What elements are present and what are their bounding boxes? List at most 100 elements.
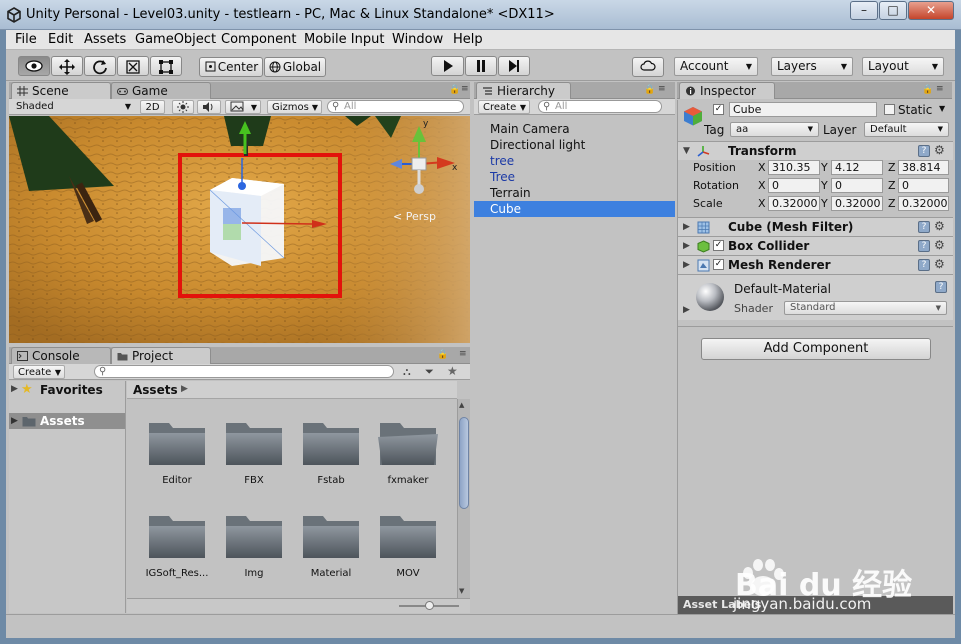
asset-folder[interactable]: Fstab: [291, 417, 371, 499]
add-component-button[interactable]: Add Component: [701, 338, 931, 360]
scroll-up-icon[interactable]: ▲: [459, 401, 464, 409]
object-name-field[interactable]: Cube: [729, 102, 877, 117]
panel-menu-icon[interactable]: ≡: [459, 349, 467, 359]
layers-dropdown[interactable]: Layers ▼: [771, 57, 853, 76]
pivot-center-button[interactable]: Center: [199, 57, 263, 77]
mesh-renderer-enabled-checkbox[interactable]: ✓: [713, 259, 724, 270]
tab-game[interactable]: Game: [111, 82, 211, 99]
panel-menu-icon[interactable]: ≡: [461, 84, 469, 94]
scroll-down-icon[interactable]: ▼: [459, 587, 464, 595]
scene-search-input[interactable]: ⚲ All: [327, 100, 464, 113]
lighting-toggle[interactable]: [172, 100, 194, 114]
menu-mobile-input[interactable]: Mobile Input: [304, 32, 384, 47]
asset-folder[interactable]: Material: [291, 510, 371, 592]
gear-icon[interactable]: ⚙: [934, 238, 945, 252]
asset-folder[interactable]: MOV: [368, 510, 448, 592]
filter-type-icon[interactable]: ⛬: [403, 365, 411, 379]
asset-folder[interactable]: fxmaker: [368, 417, 448, 499]
scale-tool-button[interactable]: [117, 56, 149, 76]
active-checkbox[interactable]: ✓: [713, 104, 724, 115]
menu-window[interactable]: Window: [392, 32, 443, 47]
transform-header[interactable]: ▼ Transform ? ⚙: [678, 141, 953, 160]
tag-dropdown[interactable]: aa ▼: [730, 122, 819, 137]
box-collider-header[interactable]: ▶ ✓ Box Collider ? ⚙: [678, 236, 953, 255]
position-x-field[interactable]: 310.35: [768, 160, 820, 175]
hierarchy-item[interactable]: Directional light: [474, 137, 675, 153]
minimize-button[interactable]: –: [850, 1, 878, 20]
scene-viewport[interactable]: y x < Persp: [9, 116, 470, 343]
menu-gameobject[interactable]: GameObject: [135, 32, 216, 47]
scale-z-field[interactable]: 0.32000: [898, 196, 949, 211]
asset-folder[interactable]: Img: [214, 510, 294, 592]
rotation-y-field[interactable]: 0: [831, 178, 883, 193]
menu-component[interactable]: Component: [221, 32, 296, 47]
step-button[interactable]: [498, 56, 530, 76]
favorite-star-icon[interactable]: ★: [447, 364, 458, 378]
breadcrumb-assets[interactable]: Assets: [133, 383, 178, 397]
layout-dropdown[interactable]: Layout ▼: [862, 57, 944, 76]
panel-menu-icon[interactable]: ≡: [936, 84, 944, 94]
project-search-input[interactable]: ⚲: [94, 365, 394, 378]
favorites-label[interactable]: Favorites: [40, 383, 103, 397]
asset-folder[interactable]: Editor: [137, 417, 217, 499]
effects-dropdown[interactable]: ▼: [225, 100, 261, 114]
tab-console[interactable]: Console: [11, 347, 111, 364]
help-icon[interactable]: ?: [918, 221, 930, 233]
project-create-dropdown[interactable]: Create ▼: [13, 365, 65, 379]
view-tool-button[interactable]: [18, 56, 50, 76]
project-scrollbar[interactable]: ▲ ▼: [457, 399, 470, 598]
tab-project[interactable]: Project: [111, 347, 211, 364]
box-collider-enabled-checkbox[interactable]: ✓: [713, 240, 724, 251]
asset-folder[interactable]: FBX: [214, 417, 294, 499]
position-y-field[interactable]: 4.12: [831, 160, 883, 175]
lock-icon[interactable]: 🔒: [644, 85, 655, 95]
tab-inspector[interactable]: Inspector: [679, 82, 775, 99]
maximize-button[interactable]: □: [879, 1, 907, 20]
help-icon[interactable]: ?: [935, 281, 947, 293]
menu-help[interactable]: Help: [453, 32, 483, 47]
account-dropdown[interactable]: Account ▼: [674, 57, 758, 76]
pause-button[interactable]: [465, 56, 497, 76]
hierarchy-item[interactable]: Cube: [474, 201, 675, 217]
scale-x-field[interactable]: 0.32000: [768, 196, 820, 211]
help-icon[interactable]: ?: [918, 259, 930, 271]
close-button[interactable]: ✕: [908, 1, 954, 20]
tab-hierarchy[interactable]: Hierarchy: [476, 82, 571, 99]
assets-root-row[interactable]: ▶ Assets: [9, 413, 125, 429]
lock-icon[interactable]: 🔒: [449, 85, 460, 95]
help-icon[interactable]: ?: [918, 145, 930, 157]
gizmos-dropdown[interactable]: Gizmos ▼: [267, 100, 322, 114]
hierarchy-item[interactable]: Tree: [474, 169, 675, 185]
rect-tool-button[interactable]: [150, 56, 182, 76]
menu-assets[interactable]: Assets: [84, 32, 126, 47]
rotation-x-field[interactable]: 0: [768, 178, 820, 193]
hierarchy-item[interactable]: Main Camera: [474, 121, 675, 137]
layer-dropdown[interactable]: Default ▼: [864, 122, 949, 137]
filter-label-icon[interactable]: ⏷: [425, 365, 434, 379]
hierarchy-item[interactable]: Terrain: [474, 185, 675, 201]
cloud-button[interactable]: [632, 57, 664, 77]
fold-right-icon[interactable]: ▶: [11, 384, 18, 394]
hierarchy-search-input[interactable]: ⚲ All: [538, 100, 662, 113]
hierarchy-item[interactable]: tree: [474, 153, 675, 169]
scroll-thumb[interactable]: [459, 417, 469, 509]
mesh-renderer-header[interactable]: ▶ ✓ Mesh Renderer ? ⚙: [678, 255, 953, 274]
menu-file[interactable]: File: [15, 32, 37, 47]
mesh-filter-header[interactable]: ▶ Cube (Mesh Filter) ? ⚙: [678, 217, 953, 236]
rotate-tool-button[interactable]: [84, 56, 116, 76]
lock-icon[interactable]: 🔒: [922, 85, 933, 95]
position-z-field[interactable]: 38.814: [898, 160, 949, 175]
rotation-z-field[interactable]: 0: [898, 178, 949, 193]
gear-icon[interactable]: ⚙: [934, 257, 945, 271]
audio-toggle[interactable]: [197, 100, 221, 114]
gear-icon[interactable]: ⚙: [934, 143, 945, 157]
gear-icon[interactable]: ⚙: [934, 219, 945, 233]
asset-folder[interactable]: IGSoft_Res...: [137, 510, 217, 592]
pivot-global-button[interactable]: Global: [264, 57, 326, 77]
help-icon[interactable]: ?: [918, 240, 930, 252]
move-tool-button[interactable]: [51, 56, 83, 76]
panel-menu-icon[interactable]: ≡: [658, 84, 666, 94]
tab-scene[interactable]: Scene: [11, 82, 111, 99]
lock-icon[interactable]: 🔒: [437, 350, 448, 360]
menu-edit[interactable]: Edit: [48, 32, 73, 47]
